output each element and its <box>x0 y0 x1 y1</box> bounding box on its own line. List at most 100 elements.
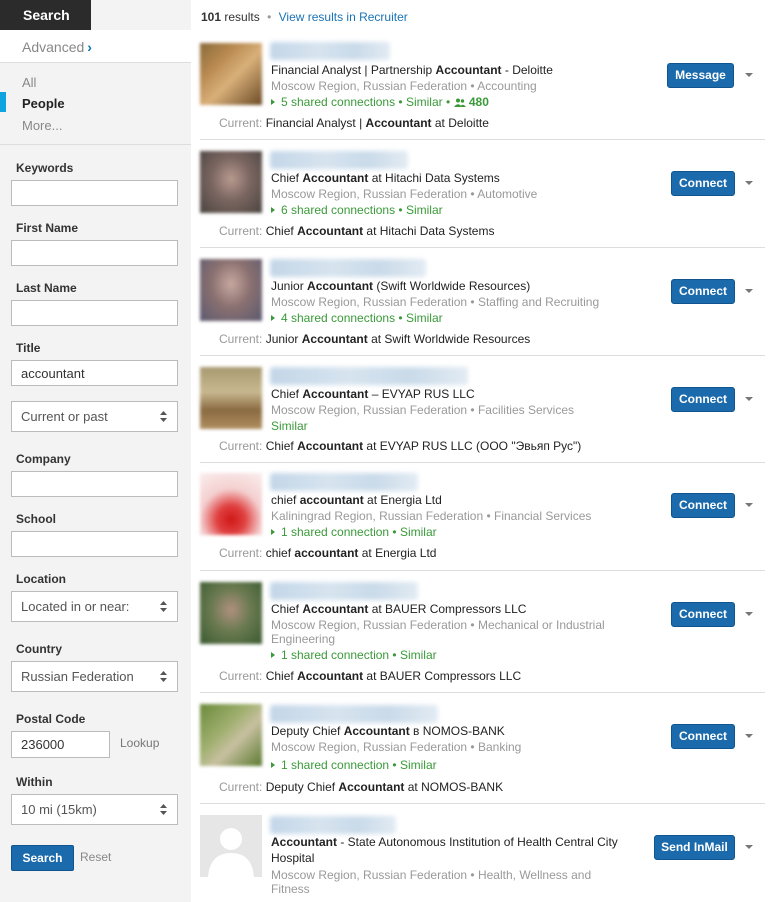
result-location: Moscow Region, Russian Federation • Staf… <box>271 295 600 309</box>
view-in-recruiter-link[interactable]: View results in Recruiter <box>279 10 408 24</box>
people-icon <box>453 98 466 107</box>
result-headline: Junior Accountant (Swift Worldwide Resou… <box>271 279 531 293</box>
school-label: School <box>16 512 57 526</box>
shared-connections[interactable]: 1 shared connection • Similar <box>271 758 437 772</box>
similar-link[interactable]: Similar <box>271 419 308 433</box>
result-location: Moscow Region, Russian Federation • Mech… <box>271 618 605 646</box>
chevron-down-icon[interactable] <box>745 397 753 401</box>
result-location: Kaliningrad Region, Russian Federation •… <box>271 509 592 523</box>
country-select[interactable]: Russian Federation <box>11 661 178 692</box>
profile-photo[interactable] <box>200 151 262 213</box>
keywords-input[interactable] <box>11 180 178 206</box>
chevron-down-icon[interactable] <box>745 181 753 185</box>
chevron-right-icon: › <box>87 39 92 55</box>
chevron-down-icon[interactable] <box>745 73 753 77</box>
profile-name[interactable] <box>270 151 408 169</box>
connect-button[interactable]: Connect <box>671 171 735 196</box>
select-arrows-icon <box>160 411 167 422</box>
title-input[interactable] <box>11 360 178 386</box>
current-position: Current: Chief Accountant at BAUER Compr… <box>219 669 522 683</box>
message-button[interactable]: Message <box>667 63 734 88</box>
within-value: 10 mi (15km) <box>21 802 97 817</box>
current-position: Current: Junior Accountant at Swift Worl… <box>219 332 531 346</box>
profile-name[interactable] <box>270 816 396 834</box>
results-count: 101 <box>201 10 222 24</box>
expand-triangle-icon <box>271 315 275 321</box>
filter-type-people[interactable]: People <box>22 96 65 111</box>
shared-connections[interactable]: 4 shared connections • Similar <box>271 311 443 325</box>
postal-code-label: Postal Code <box>16 712 86 726</box>
send-inmail-button[interactable]: Send InMail <box>654 835 735 860</box>
profile-photo[interactable] <box>200 43 262 105</box>
result-location: Moscow Region, Russian Federation • Faci… <box>271 403 574 417</box>
search-button[interactable]: Search <box>11 845 74 871</box>
filter-type-all[interactable]: All <box>22 75 36 90</box>
results-panel: 101 results • View results in Recruiter … <box>191 0 771 902</box>
result-headline: Deputy Chief Accountant в NOMOS-BANK <box>271 724 505 738</box>
result-item: chief accountant at Energia Ltd Kalining… <box>200 463 765 571</box>
sidebar-divider <box>0 144 191 145</box>
advanced-link[interactable]: Advanced › <box>22 39 92 55</box>
shared-connections[interactable]: 1 shared connection • Similar <box>271 525 437 539</box>
profile-name[interactable] <box>270 705 438 723</box>
shared-connections[interactable]: 6 shared connections • Similar <box>271 203 443 217</box>
current-position: Current: chief accountant at Energia Ltd <box>219 546 437 560</box>
first-name-input[interactable] <box>11 240 178 266</box>
location-value: Located in or near: <box>21 599 130 614</box>
reset-link[interactable]: Reset <box>80 850 111 864</box>
connect-button[interactable]: Connect <box>671 279 735 304</box>
result-item: Chief Accountant at Hitachi Data Systems… <box>200 140 765 248</box>
location-select[interactable]: Located in or near: <box>11 591 178 622</box>
chevron-down-icon[interactable] <box>745 734 753 738</box>
default-avatar[interactable] <box>200 815 262 877</box>
chevron-down-icon[interactable] <box>745 845 753 849</box>
result-item: Junior Accountant (Swift Worldwide Resou… <box>200 248 765 356</box>
chevron-down-icon[interactable] <box>745 289 753 293</box>
expand-triangle-icon <box>271 652 275 658</box>
chevron-down-icon[interactable] <box>745 503 753 507</box>
current-position: Current: Chief Accountant at EVYAP RUS L… <box>219 439 582 453</box>
advanced-link-label: Advanced <box>22 39 85 55</box>
profile-photo[interactable] <box>200 367 262 429</box>
profile-photo[interactable] <box>200 473 262 535</box>
shared-connections[interactable]: 5 shared connections • Similar • 480 <box>271 95 489 109</box>
profile-photo[interactable] <box>200 704 262 766</box>
country-label: Country <box>16 642 62 656</box>
within-select[interactable]: 10 mi (15km) <box>11 794 178 825</box>
lookup-link[interactable]: Lookup <box>120 736 159 750</box>
select-arrows-icon <box>160 601 167 612</box>
connect-button[interactable]: Connect <box>671 387 735 412</box>
result-item: Financial Analyst | Partnership Accounta… <box>200 32 765 140</box>
connect-button[interactable]: Connect <box>671 602 735 627</box>
profile-name[interactable] <box>270 473 418 491</box>
profile-photo[interactable] <box>200 582 262 644</box>
expand-triangle-icon <box>271 529 275 535</box>
last-name-input[interactable] <box>11 300 178 326</box>
connect-button[interactable]: Connect <box>671 724 735 749</box>
school-input[interactable] <box>11 531 178 557</box>
chevron-down-icon[interactable] <box>745 612 753 616</box>
result-item: Chief Accountant at BAUER Compressors LL… <box>200 571 765 693</box>
result-headline: Chief Accountant – EVYAP RUS LLC <box>271 387 475 401</box>
profile-photo[interactable] <box>200 259 262 321</box>
shared-connections[interactable]: 1 shared connection • Similar <box>271 648 437 662</box>
title-scope-select[interactable]: Current or past <box>11 401 178 432</box>
profile-name[interactable] <box>270 582 418 600</box>
company-label: Company <box>16 452 71 466</box>
profile-name[interactable] <box>270 367 468 385</box>
advanced-row: Advanced › <box>0 30 191 63</box>
current-position: Current: Financial Analyst | Accountant … <box>219 116 489 130</box>
expand-triangle-icon <box>271 762 275 768</box>
result-location: Moscow Region, Russian Federation • Auto… <box>271 187 538 201</box>
connect-button[interactable]: Connect <box>671 493 735 518</box>
search-tab[interactable]: Search <box>0 0 91 30</box>
active-filter-marker <box>0 92 6 112</box>
result-headline: Chief Accountant at BAUER Compressors LL… <box>271 602 527 616</box>
filter-type-more[interactable]: More... <box>22 118 62 133</box>
company-input[interactable] <box>11 471 178 497</box>
postal-code-input[interactable] <box>11 731 110 758</box>
title-scope-value: Current or past <box>21 409 108 424</box>
result-headline: Chief Accountant at Hitachi Data Systems <box>271 171 500 185</box>
profile-name[interactable] <box>270 42 390 60</box>
profile-name[interactable] <box>270 259 426 277</box>
